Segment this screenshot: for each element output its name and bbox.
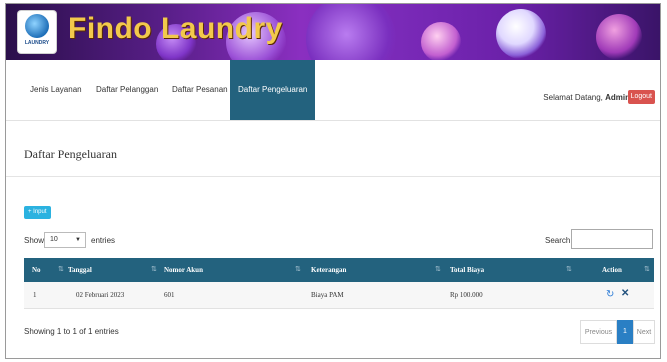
entries-value: 10 (50, 236, 58, 243)
table-row: 1 02 Februari 2023 601 Biaya PAM Rp 100.… (24, 282, 654, 309)
column-header-total-biaya[interactable]: Total Biaya (450, 258, 484, 282)
nav-item-daftar-pengeluaran[interactable]: Daftar Pengeluaran (230, 60, 316, 120)
column-header-nomor-akun[interactable]: Nomor Akun (164, 258, 203, 282)
sort-icon: ⇅ (151, 266, 157, 273)
washing-machine-icon (25, 14, 49, 38)
column-header-keterangan[interactable]: Keterangan (311, 258, 346, 282)
table-header: No ⇅ Tanggal ⇅ Nomor Akun ⇅ Keterangan ⇅… (24, 258, 654, 282)
column-header-no[interactable]: No (32, 258, 41, 282)
nav-item-daftar-pelanggan[interactable]: Daftar Pelanggan (96, 60, 158, 120)
sort-icon: ⇅ (644, 266, 650, 273)
user-name: Admin (605, 93, 630, 102)
logout-button[interactable]: Logout (627, 90, 655, 104)
column-header-tanggal[interactable]: Tanggal (68, 258, 92, 282)
sort-icon: ⇅ (295, 266, 301, 273)
sort-icon: ⇅ (435, 266, 441, 273)
app-window: LAUNDRY Findo Laundry Jenis Layanan Daft… (5, 3, 661, 359)
cell-total-biaya: Rp 100.000 (450, 291, 483, 299)
nav-item-daftar-pesanan[interactable]: Daftar Pesanan (172, 60, 228, 120)
edit-icon[interactable]: ↻ (606, 289, 614, 301)
decorative-bubble (421, 22, 461, 60)
cell-no: 1 (33, 291, 37, 299)
search-label: Search (545, 236, 571, 245)
pagination-next[interactable]: Next (633, 320, 655, 344)
pagination-page-1[interactable]: 1 (617, 320, 633, 344)
divider (6, 176, 660, 177)
close-icon[interactable]: ✕ (621, 288, 629, 300)
app-title: Findo Laundry (68, 12, 283, 45)
show-label: Show (24, 236, 45, 245)
cell-tanggal: 02 Februari 2023 (76, 291, 125, 299)
logo-text: LAUNDRY (24, 40, 50, 46)
nav-item-jenis-layanan[interactable]: Jenis Layanan (30, 60, 82, 120)
search-input[interactable] (571, 229, 653, 249)
entries-label: entries (91, 236, 116, 245)
decorative-bubble (306, 4, 396, 60)
chevron-down-icon: ▼ (75, 237, 81, 243)
column-header-action[interactable]: Action (602, 258, 622, 282)
pagination-previous[interactable]: Previous (580, 320, 617, 344)
input-button[interactable]: + Input (24, 206, 51, 219)
entries-select[interactable]: 10 ▼ (44, 232, 86, 248)
table-info: Showing 1 to 1 of 1 entries (24, 327, 119, 336)
welcome-message: Selamat Datang, Admin (543, 93, 630, 102)
decorative-bubble (496, 9, 546, 59)
decorative-bubble (596, 14, 642, 60)
header-banner: LAUNDRY Findo Laundry (6, 4, 660, 60)
navbar: Jenis Layanan Daftar Pelanggan Daftar Pe… (6, 60, 660, 121)
cell-nomor-akun: 601 (164, 291, 175, 299)
cell-keterangan: Biaya PAM (311, 291, 344, 299)
welcome-text: Selamat Datang, (543, 93, 606, 102)
sort-icon: ⇅ (58, 266, 64, 273)
page-title: Daftar Pengeluaran (24, 147, 117, 161)
sort-icon: ⇅ (566, 266, 572, 273)
logo[interactable]: LAUNDRY (18, 11, 56, 53)
